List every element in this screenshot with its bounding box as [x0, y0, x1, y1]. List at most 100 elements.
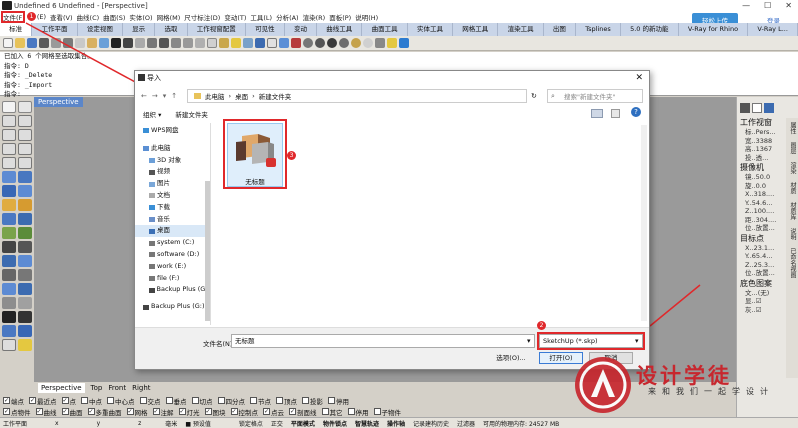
arc-icon[interactable] — [18, 129, 32, 141]
nav-item[interactable]: Backup Plus (G:) — [135, 301, 210, 313]
organize-button[interactable]: 组织 ▾ — [143, 109, 161, 119]
undo-icon[interactable] — [99, 38, 109, 48]
rendered-sphere-icon[interactable] — [327, 38, 337, 48]
nav-item[interactable]: software (D:) — [135, 249, 210, 261]
snap-checkbox[interactable]: ✓ — [204, 408, 212, 415]
zoom-icon[interactable] — [135, 38, 145, 48]
snap-option[interactable]: 停用 — [347, 407, 369, 417]
tab-standard[interactable]: 标准 — [0, 23, 33, 36]
snap-checkbox[interactable]: ✓ — [3, 397, 10, 404]
menu-solid[interactable]: 实体(O) — [129, 12, 152, 22]
snap-option[interactable]: ✓ 点物件 — [3, 407, 31, 417]
snap-option[interactable]: 子物件 — [373, 407, 401, 417]
snap-checkbox[interactable]: ✓ — [61, 408, 69, 415]
tab-render-tools[interactable]: 渲染工具 — [498, 23, 544, 36]
chamfer-icon[interactable] — [18, 241, 32, 253]
menu-edit[interactable]: (E) — [37, 13, 46, 21]
close-icon[interactable]: ✕ — [785, 1, 792, 10]
zoom-window-icon[interactable] — [147, 38, 157, 48]
snap-option[interactable]: ✓ 控制点 — [230, 407, 258, 417]
tab-surface-tools[interactable]: 曲面工具 — [362, 23, 408, 36]
snap-option[interactable]: 节点 — [250, 396, 271, 406]
analyze-icon[interactable] — [291, 38, 301, 48]
open-file-icon[interactable] — [15, 38, 25, 48]
tab-vray-for-rhino[interactable]: V-Ray for Rhino — [679, 23, 749, 36]
snap-option[interactable]: 其它 — [321, 407, 343, 417]
mesh-icon[interactable] — [2, 227, 16, 239]
dialog-close-icon[interactable]: ✕ — [635, 71, 643, 85]
tab-mesh-tools[interactable]: 网格工具 — [453, 23, 499, 36]
dropdown-chevron-icon[interactable]: ▾ — [163, 92, 167, 100]
zoom-selected-icon[interactable] — [171, 38, 181, 48]
properties-icon[interactable] — [267, 38, 277, 48]
loft-icon[interactable] — [2, 185, 16, 197]
preview-pane-icon[interactable] — [611, 109, 620, 118]
nav-item[interactable]: 文档 — [135, 190, 210, 202]
tab-visibility[interactable]: 可见性 — [246, 23, 285, 36]
side-tab-named-views[interactable]: 已命名视图 — [788, 248, 797, 278]
options-icon[interactable] — [387, 38, 397, 48]
rotate-view-icon[interactable] — [123, 38, 133, 48]
tab-new-in-v5[interactable]: 5.0 的新功能 — [621, 23, 679, 36]
copy-object-icon[interactable] — [18, 283, 32, 295]
nav-item[interactable]: file (F:) — [135, 273, 210, 285]
toggle-osnap[interactable]: 物件锁点 — [323, 419, 347, 428]
tab-tsplines[interactable]: Tsplines — [576, 23, 621, 36]
hatch-icon[interactable] — [2, 339, 16, 351]
mesh-tools-icon[interactable] — [18, 227, 32, 239]
rotate-icon[interactable] — [2, 297, 16, 309]
snap-checkbox[interactable] — [347, 408, 355, 415]
light-icon[interactable] — [231, 38, 241, 48]
snap-option[interactable]: ✓ 最近点 — [29, 396, 57, 406]
menu-analyze[interactable]: 分析(A) — [276, 12, 299, 22]
nav-item[interactable]: 下载 — [135, 202, 210, 214]
tab-viewport-layout[interactable]: 工作视窗配置 — [188, 23, 246, 36]
freeform-curve-icon[interactable] — [18, 157, 32, 169]
snap-option[interactable]: 切点 — [191, 396, 213, 406]
side-tab-layers[interactable]: 图层 — [788, 142, 797, 154]
status-layer[interactable]: ■ 预设值 — [185, 419, 211, 428]
search-input[interactable]: 搜索"新建文件夹" — [547, 89, 643, 103]
zoom-extents-icon[interactable] — [159, 38, 169, 48]
tab-cplanes[interactable]: 工作平面 — [32, 23, 78, 36]
menu-render[interactable]: 渲染(R) — [303, 12, 326, 22]
toggle-ortho[interactable]: 正交 — [271, 419, 283, 428]
snap-checkbox[interactable] — [191, 397, 199, 404]
tab-select[interactable]: 选取 — [155, 23, 188, 36]
tab-right[interactable]: Right — [132, 383, 150, 393]
new-file-icon[interactable] — [3, 38, 13, 48]
ellipse-icon[interactable] — [2, 143, 16, 155]
tab-curve-tools[interactable]: 曲线工具 — [317, 23, 363, 36]
menu-help[interactable]: 说明(H) — [355, 12, 378, 22]
text-icon[interactable] — [18, 325, 32, 337]
toggle-gumball[interactable]: 操作轴 — [387, 419, 405, 428]
menu-mesh[interactable]: 网格(M) — [157, 12, 181, 22]
snap-checkbox[interactable] — [139, 397, 147, 404]
tab-vray-lite[interactable]: V-Ray L... — [748, 23, 798, 36]
shaded-sphere-icon[interactable] — [315, 38, 325, 48]
menu-surface[interactable]: 曲面(S) — [103, 12, 125, 22]
snap-option[interactable]: ✓ 点云 — [263, 407, 284, 417]
tab-set-view[interactable]: 设定视图 — [78, 23, 123, 36]
snap-option[interactable]: ✓ 多重曲面 — [87, 407, 122, 417]
snap-option[interactable]: ✓ 点 — [61, 396, 76, 406]
trim-icon[interactable] — [18, 255, 32, 267]
snap-checkbox[interactable]: ✓ — [152, 408, 160, 415]
snap-checkbox[interactable]: ✓ — [61, 397, 69, 404]
nav-item[interactable]: work (E:) — [135, 261, 210, 273]
new-folder-button[interactable]: 新建文件夹 — [175, 109, 208, 119]
nav-item[interactable]: 图片 — [135, 178, 210, 190]
ghosted-sphere-icon[interactable] — [339, 38, 349, 48]
paste-icon[interactable] — [87, 38, 97, 48]
snap-checkbox[interactable]: ✓ — [3, 408, 10, 415]
snap-checkbox[interactable]: ✓ — [35, 408, 43, 415]
xray-sphere-icon[interactable] — [363, 38, 373, 48]
side-tab-render[interactable]: 渲染 — [788, 162, 797, 174]
options-button[interactable]: 选项(O)... — [493, 352, 529, 364]
side-tab-properties[interactable]: 属性 — [788, 122, 797, 134]
explode-icon[interactable] — [18, 269, 32, 281]
snap-checkbox[interactable] — [217, 397, 225, 404]
tab-front[interactable]: Front — [108, 383, 126, 393]
toggle-smarttrack[interactable]: 智慧轨迹 — [355, 419, 379, 428]
nav-item[interactable]: WPS网盘 — [135, 125, 210, 137]
